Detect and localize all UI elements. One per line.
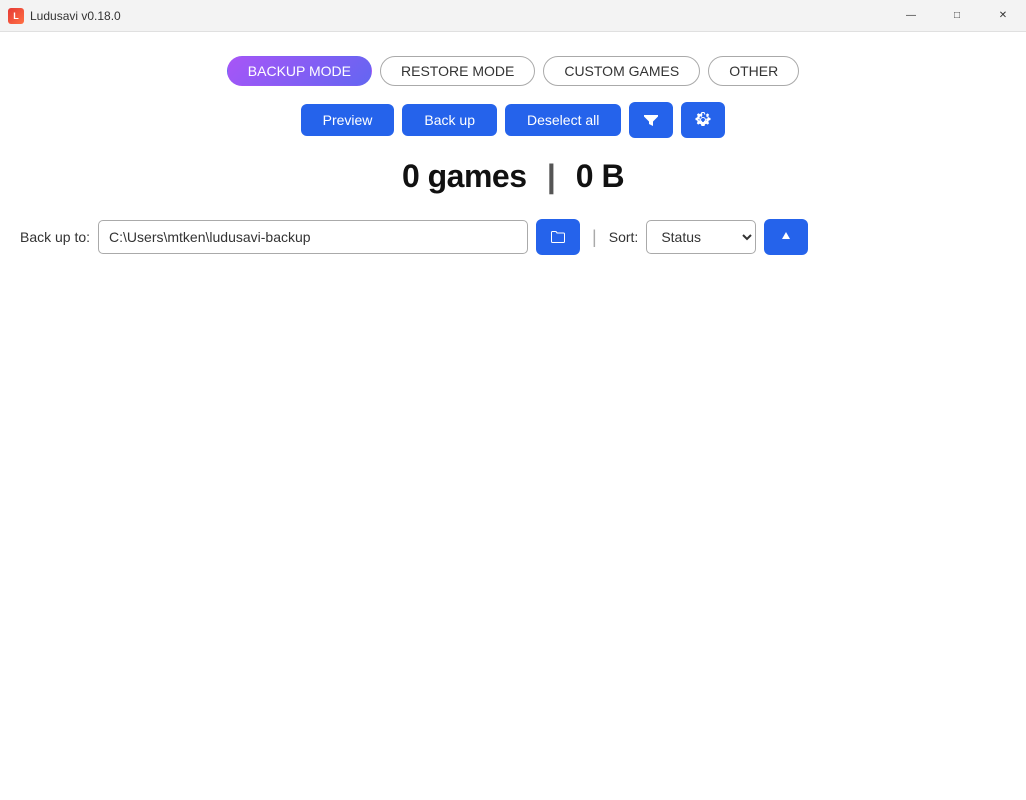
sort-label: Sort: [609, 229, 639, 245]
filter-icon [643, 112, 659, 128]
backup-row: Back up to: | Sort: Status Name Size [0, 219, 1026, 255]
summary-text: 0 games | 0 B [402, 158, 624, 195]
close-button[interactable]: ✕ [980, 0, 1026, 32]
deselect-all-button[interactable]: Deselect all [505, 104, 621, 136]
minimize-button[interactable]: — [888, 0, 934, 32]
app-icon: L [8, 8, 24, 24]
tab-other[interactable]: OTHER [708, 56, 799, 86]
preview-button[interactable]: Preview [301, 104, 395, 136]
window-controls: — □ ✕ [888, 0, 1026, 32]
browse-folder-button[interactable] [536, 219, 580, 255]
main-content: BACKUP MODE RESTORE MODE CUSTOM GAMES OT… [0, 32, 1026, 255]
sort-direction-button[interactable] [764, 219, 808, 255]
close-icon: ✕ [999, 11, 1007, 21]
settings-button[interactable] [681, 102, 725, 138]
filter-button[interactable] [629, 102, 673, 138]
folder-icon [550, 229, 566, 245]
sort-ascending-icon [778, 229, 794, 245]
action-row: Preview Back up Deselect all [301, 102, 726, 138]
sort-select[interactable]: Status Name Size [646, 220, 756, 254]
backup-button[interactable]: Back up [402, 104, 497, 136]
games-count: 0 games [402, 158, 527, 194]
title-bar-left: L Ludusavi v0.18.0 [8, 8, 121, 24]
maximize-button[interactable]: □ [934, 0, 980, 32]
backup-path-input[interactable] [98, 220, 528, 254]
summary-separator: | [547, 158, 555, 194]
backup-to-label: Back up to: [20, 229, 90, 245]
title-bar: L Ludusavi v0.18.0 — □ ✕ [0, 0, 1026, 32]
mode-tabs: BACKUP MODE RESTORE MODE CUSTOM GAMES OT… [227, 56, 799, 86]
path-sort-separator: | [592, 227, 597, 248]
backup-size: 0 B [576, 158, 624, 194]
app-title: Ludusavi v0.18.0 [30, 9, 121, 23]
tab-custom-games[interactable]: CUSTOM GAMES [543, 56, 700, 86]
gear-icon [695, 112, 711, 128]
tab-backup-mode[interactable]: BACKUP MODE [227, 56, 372, 86]
tab-restore-mode[interactable]: RESTORE MODE [380, 56, 535, 86]
minimize-icon: — [906, 11, 916, 21]
maximize-icon: □ [954, 11, 960, 21]
